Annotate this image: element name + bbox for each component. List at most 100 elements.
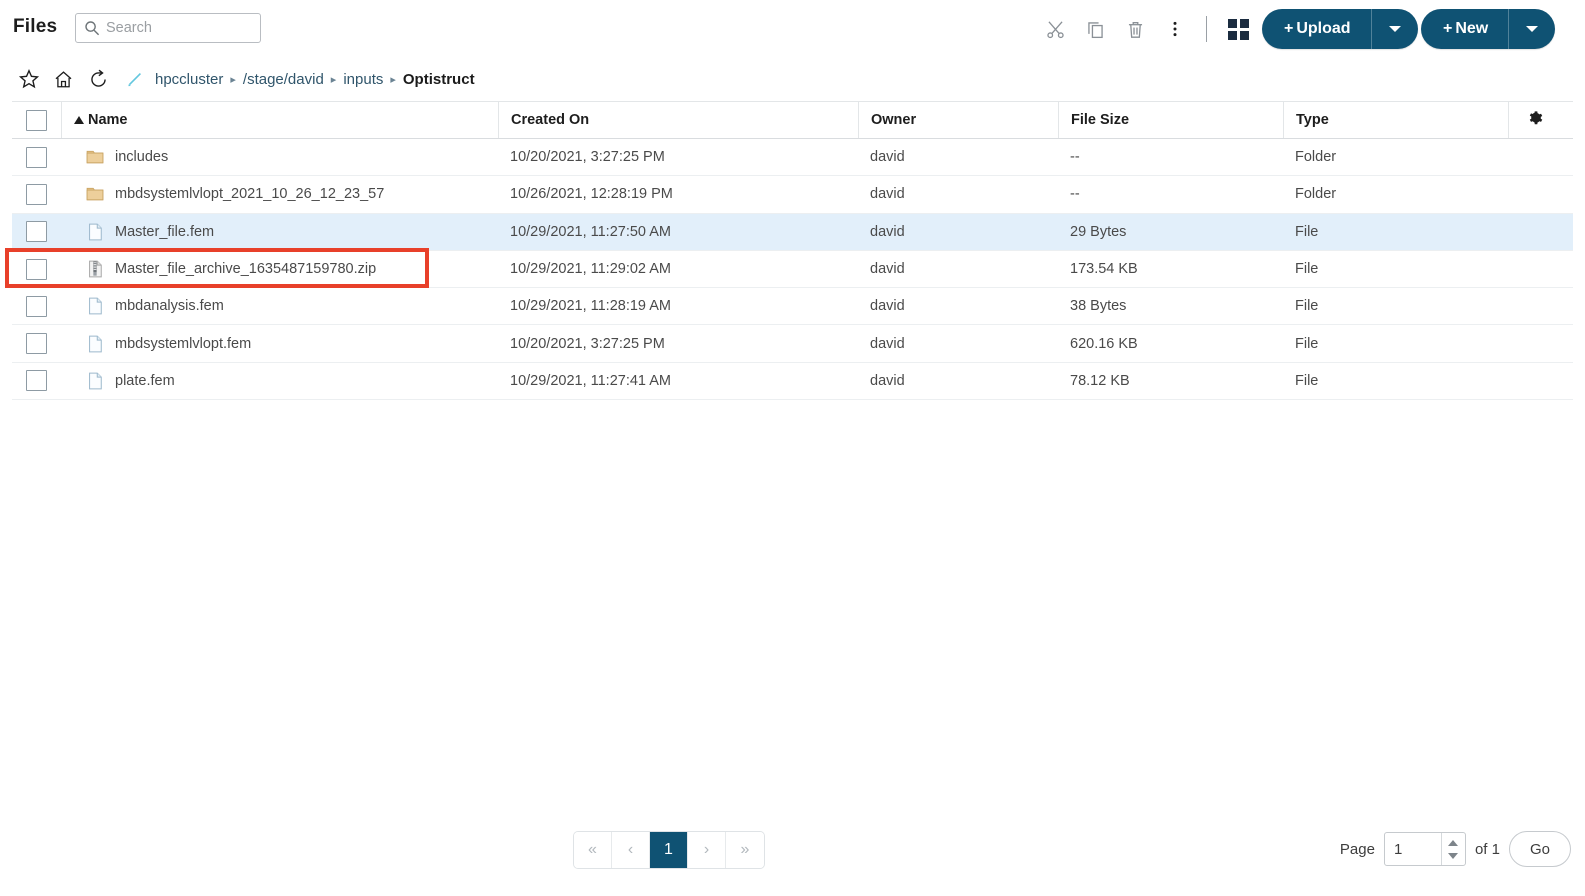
cell-name[interactable]: mbdsystemlvlopt.fem — [61, 325, 498, 361]
cell-type: File — [1295, 372, 1319, 389]
row-select-cell — [12, 258, 61, 280]
upload-button-label: Upload — [1296, 20, 1351, 37]
cell-name[interactable]: mbdsystemlvlopt_2021_10_26_12_23_57 — [61, 176, 498, 212]
pagination-first[interactable]: « — [574, 832, 612, 868]
folder-icon — [85, 183, 105, 205]
cell-spacer — [1508, 363, 1559, 399]
table-row[interactable]: Master_file_archive_1635487159780.zip 10/… — [12, 251, 1573, 289]
row-checkbox[interactable] — [26, 183, 47, 205]
cell-owner: david — [870, 186, 905, 203]
favorite-icon[interactable] — [16, 66, 42, 92]
row-select-cell — [12, 183, 61, 205]
gear-icon[interactable] — [1525, 109, 1543, 131]
cell-owner: david — [870, 261, 905, 278]
breadcrumb-item-0[interactable]: hpccluster — [155, 71, 223, 88]
cell-name[interactable]: Master_file.fem — [61, 214, 498, 250]
cell-name[interactable]: mbdanalysis.fem — [61, 288, 498, 324]
cell-type: File — [1295, 298, 1319, 315]
refresh-icon[interactable] — [85, 66, 111, 92]
cell-spacer — [1508, 325, 1559, 361]
file-icon — [85, 295, 105, 317]
rename-pencil-icon[interactable] — [122, 66, 148, 92]
file-name-link[interactable]: plate.fem — [115, 373, 175, 389]
stepper-up-icon[interactable] — [1448, 839, 1459, 846]
file-name-link[interactable]: mbdanalysis.fem — [115, 298, 224, 314]
column-header-owner[interactable]: Owner — [858, 102, 1058, 138]
pagination-next[interactable]: › — [688, 832, 726, 868]
cell-created-on: 10/26/2021, 12:28:19 PM — [510, 186, 673, 203]
table-body: includes 10/20/2021, 3:27:25 PM david -- Fol… — [12, 139, 1573, 401]
file-name-link[interactable]: includes — [115, 149, 168, 165]
page-number-input[interactable] — [1384, 833, 1441, 865]
cell-type: Folder — [1295, 186, 1337, 203]
file-icon — [85, 221, 105, 243]
cell-name[interactable]: includes — [61, 139, 498, 175]
table-row[interactable]: includes 10/20/2021, 3:27:25 PM david -- Fol… — [12, 139, 1573, 177]
upload-button[interactable]: + Upload — [1262, 9, 1418, 49]
page-number-field[interactable] — [1383, 832, 1466, 866]
column-header-name[interactable]: Name — [61, 102, 498, 138]
new-dropdown-caret[interactable] — [1509, 9, 1555, 49]
breadcrumb-item-1[interactable]: /stage/david — [243, 71, 324, 88]
row-select-cell — [12, 333, 61, 355]
row-checkbox[interactable] — [26, 221, 47, 243]
copy-icon[interactable] — [1075, 9, 1115, 49]
breadcrumb-separator: ▸ — [230, 73, 236, 86]
cut-icon[interactable] — [1035, 9, 1075, 49]
file-name-link[interactable]: mbdsystemlvlopt.fem — [115, 336, 251, 352]
pagination-last[interactable]: » — [726, 832, 764, 868]
cell-name[interactable]: plate.fem — [61, 363, 498, 399]
row-checkbox[interactable] — [26, 146, 47, 168]
column-header-type[interactable]: Type — [1283, 102, 1508, 138]
breadcrumb-separator: ▸ — [390, 73, 396, 86]
table-row[interactable]: mbdanalysis.fem 10/29/2021, 11:28:19 AM da… — [12, 288, 1573, 326]
home-icon[interactable] — [50, 66, 76, 92]
table-row[interactable]: mbdsystemlvlopt.fem 10/20/2021, 3:27:25 P… — [12, 325, 1573, 363]
file-name-link[interactable]: Master_file_archive_1635487159780.zip — [115, 261, 376, 277]
column-header-name-label: Name — [88, 112, 128, 128]
row-select-cell — [12, 146, 61, 168]
file-name-link[interactable]: mbdsystemlvlopt_2021_10_26_12_23_57 — [115, 186, 384, 202]
file-name-link[interactable]: Master_file.fem — [115, 224, 214, 240]
breadcrumb-item-2[interactable]: inputs — [343, 71, 383, 88]
cell-name[interactable]: Master_file_archive_1635487159780.zip — [61, 251, 498, 287]
column-header-created-on[interactable]: Created On — [498, 102, 858, 138]
page-jump-control: Page of 1 Go — [1340, 830, 1571, 868]
search-input[interactable] — [104, 14, 254, 42]
table-row[interactable]: Master_file.fem 10/29/2021, 11:27:50 AM da… — [12, 213, 1573, 251]
column-header-created-on-label: Created On — [511, 112, 590, 128]
file-icon — [85, 370, 105, 392]
table-row[interactable]: mbdsystemlvlopt_2021_10_26_12_23_57 10/26… — [12, 176, 1573, 214]
cell-file-size: 78.12 KB — [1070, 372, 1130, 389]
toolbar-divider — [1206, 16, 1207, 42]
cell-file-size: -- — [1070, 186, 1080, 203]
select-all-checkbox[interactable] — [26, 109, 47, 131]
more-vertical-icon[interactable] — [1155, 9, 1195, 49]
cell-owner: david — [870, 335, 905, 352]
row-checkbox[interactable] — [26, 333, 47, 355]
breadcrumb: hpccluster ▸ /stage/david ▸ inputs ▸ Opt… — [155, 67, 475, 91]
cell-spacer — [1508, 176, 1559, 212]
column-header-file-size[interactable]: File Size — [1058, 102, 1283, 138]
upload-dropdown-caret[interactable] — [1372, 9, 1418, 49]
table-row[interactable]: plate.fem 10/29/2021, 11:27:41 AM david 78.… — [12, 363, 1573, 401]
row-checkbox[interactable] — [26, 258, 47, 280]
search-box[interactable] — [75, 13, 261, 43]
page-stepper[interactable] — [1440, 833, 1465, 865]
row-checkbox[interactable] — [26, 370, 47, 392]
page-title: Files — [13, 16, 58, 37]
new-button[interactable]: + New — [1421, 9, 1556, 49]
grid-view-icon[interactable] — [1218, 9, 1258, 49]
go-button[interactable]: Go — [1509, 831, 1571, 867]
table-header-row: Name Created On Owner File Size Type — [12, 101, 1573, 139]
cell-owner: david — [870, 372, 905, 389]
row-checkbox[interactable] — [26, 295, 47, 317]
cell-owner: david — [870, 149, 905, 166]
trash-icon[interactable] — [1115, 9, 1155, 49]
cell-type: File — [1295, 261, 1319, 278]
stepper-down-icon[interactable] — [1448, 852, 1459, 859]
pagination-page-1[interactable]: 1 — [650, 832, 688, 868]
page-label: Page — [1339, 840, 1375, 858]
pagination-prev[interactable]: ‹ — [612, 832, 650, 868]
column-header-type-label: Type — [1296, 112, 1329, 128]
